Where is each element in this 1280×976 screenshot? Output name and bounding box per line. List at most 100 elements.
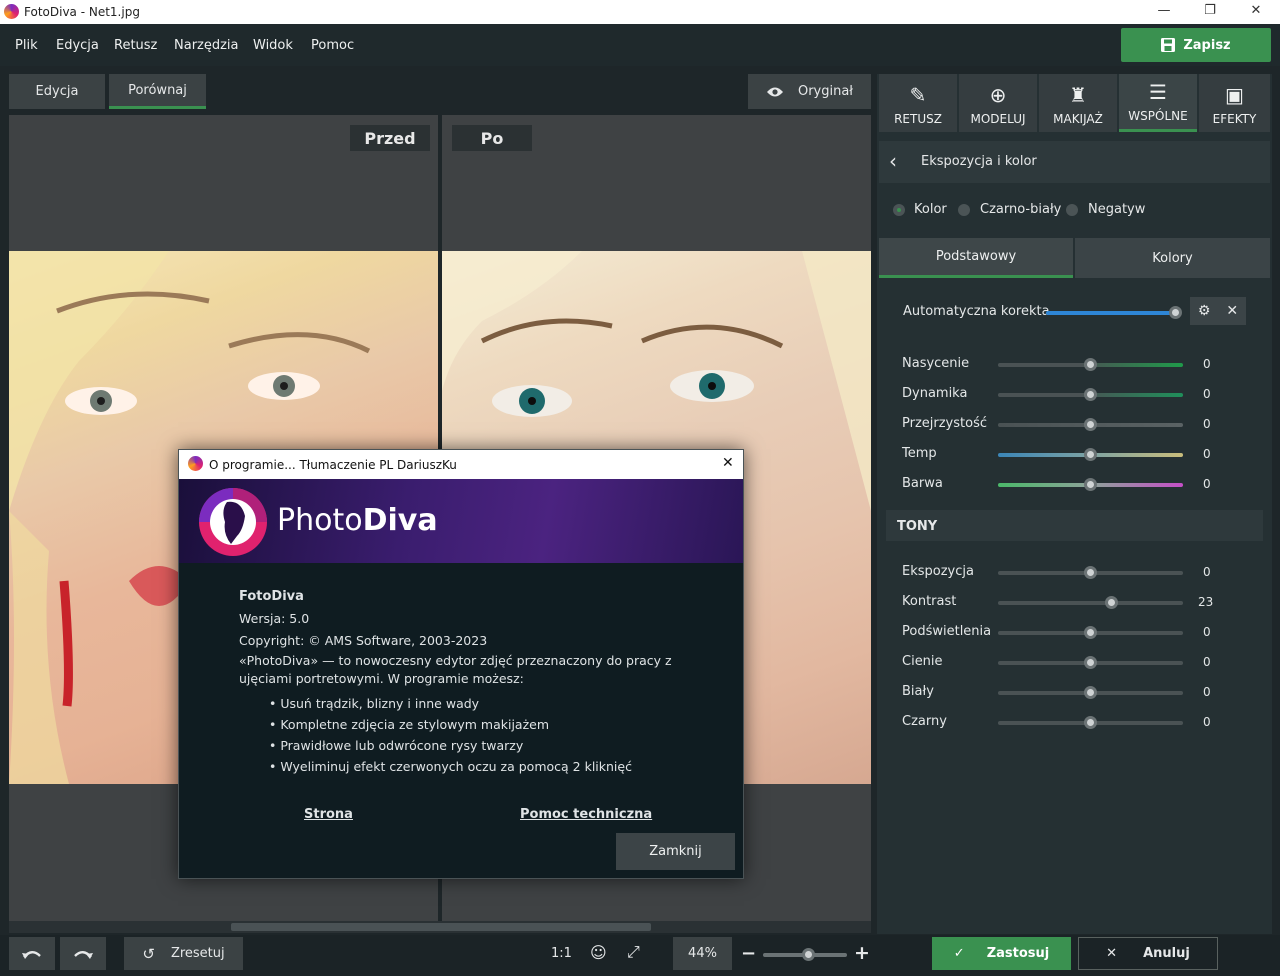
auto-correct-knob[interactable] bbox=[1169, 306, 1182, 319]
radio-color[interactable] bbox=[893, 204, 905, 216]
tab-model-label: MODELUJ bbox=[970, 112, 1026, 126]
zoom-in-icon[interactable]: + bbox=[854, 942, 870, 964]
save-button[interactable]: Zapisz bbox=[1121, 28, 1271, 62]
tab-model[interactable]: ⊕ MODELUJ bbox=[959, 74, 1037, 132]
slider-knob[interactable] bbox=[1083, 418, 1097, 431]
slider-value: 23 bbox=[1198, 595, 1214, 609]
back-chevron-icon[interactable]: ‹ bbox=[889, 149, 897, 173]
radio-negative-label[interactable]: Negatyw bbox=[1088, 202, 1145, 217]
tab-effects[interactable]: ▣ EFEKTY bbox=[1199, 74, 1270, 132]
sliders-icon: ☰ bbox=[1149, 80, 1167, 104]
subtab-colors[interactable]: Kolory bbox=[1075, 238, 1270, 278]
undo-icon bbox=[22, 950, 41, 959]
scrollbar-thumb[interactable] bbox=[231, 923, 651, 931]
dialog-close-icon[interactable]: ✕ bbox=[722, 455, 734, 471]
slider-knob[interactable] bbox=[1083, 478, 1097, 491]
radio-color-label[interactable]: Kolor bbox=[914, 202, 947, 217]
slider-value: 0 bbox=[1203, 685, 1211, 699]
slider-value: 0 bbox=[1203, 715, 1211, 729]
menu-tools[interactable]: Narzędzia bbox=[174, 38, 239, 53]
dialog-copyright: Copyright: © AMS Software, 2003-2023 bbox=[239, 633, 488, 648]
cancel-button[interactable]: ✕ Anuluj bbox=[1078, 937, 1218, 970]
slider-value: 0 bbox=[1203, 625, 1211, 639]
menu-retouch[interactable]: Retusz bbox=[114, 38, 157, 53]
slider-knob[interactable] bbox=[1083, 716, 1097, 729]
auto-correct-controls: ⚙ ✕ bbox=[1190, 297, 1246, 325]
tab-makeup-label: MAKIJAŻ bbox=[1053, 112, 1103, 126]
checkmark-icon: ✓ bbox=[953, 946, 965, 961]
section-header[interactable]: ‹ Ekspozycja i kolor bbox=[879, 141, 1270, 183]
tab-effects-label: EFEKTY bbox=[1212, 112, 1257, 126]
window-close-button[interactable]: ✕ bbox=[1233, 0, 1279, 24]
apply-button[interactable]: ✓ Zastosuj bbox=[932, 937, 1071, 970]
auto-correct-track[interactable] bbox=[1046, 311, 1176, 315]
dialog-description-line2: ujęciami portretowymi. W programie możes… bbox=[239, 671, 524, 686]
original-label: Oryginał bbox=[797, 84, 854, 99]
slider-label: Podświetlenia bbox=[902, 624, 992, 639]
slider-value: 0 bbox=[1203, 387, 1211, 401]
menu-help[interactable]: Pomoc bbox=[311, 38, 354, 53]
tab-retouch-label: RETUSZ bbox=[894, 112, 942, 126]
slider-knob[interactable] bbox=[1083, 626, 1097, 639]
feature-item: • Wyeliminuj efekt czerwonych oczu za po… bbox=[269, 759, 632, 774]
tab-retouch[interactable]: ✎ RETUSZ bbox=[879, 74, 957, 132]
eye-icon bbox=[766, 87, 783, 96]
slider-value: 0 bbox=[1203, 447, 1211, 461]
slider-label: Kontrast bbox=[902, 594, 957, 609]
slider-knob[interactable] bbox=[1083, 686, 1097, 699]
window-titlebar: FotoDiva - Net1.jpg — ❐ ✕ bbox=[0, 0, 1280, 24]
tab-compare[interactable]: Porównaj bbox=[109, 74, 206, 109]
zoom-out-icon[interactable]: − bbox=[741, 943, 756, 964]
original-toggle-button[interactable]: Oryginał bbox=[748, 74, 871, 109]
reset-icon: ↺ bbox=[142, 944, 155, 963]
slider-knob[interactable] bbox=[1083, 566, 1097, 579]
dialog-version: Wersja: 5.0 bbox=[239, 611, 310, 626]
slider-label: Cienie bbox=[902, 654, 943, 669]
subtab-basic[interactable]: Podstawowy bbox=[879, 238, 1073, 278]
reset-label: Zresetuj bbox=[170, 946, 225, 961]
slider-label: Ekspozycja bbox=[902, 564, 974, 579]
slider-track[interactable] bbox=[998, 601, 1183, 605]
radio-negative[interactable] bbox=[1066, 204, 1078, 216]
slider-knob[interactable] bbox=[1083, 656, 1097, 669]
makeup-icon: ♜ bbox=[1069, 83, 1087, 107]
support-link[interactable]: Pomoc techniczna bbox=[520, 807, 652, 822]
menu-file[interactable]: Plik bbox=[15, 38, 38, 53]
menu-edit[interactable]: Edycja bbox=[56, 38, 99, 53]
radio-bw-label[interactable]: Czarno-biały bbox=[980, 202, 1061, 217]
dialog-banner: PhotoDiva bbox=[179, 479, 743, 563]
tones-section-header: TONY bbox=[886, 510, 1263, 541]
before-label: Przed bbox=[350, 125, 430, 151]
close-icon[interactable]: ✕ bbox=[1226, 303, 1238, 319]
face-zoom-icon[interactable]: ☺ bbox=[590, 943, 607, 962]
floppy-disk-icon bbox=[1161, 38, 1176, 52]
minimize-button[interactable]: — bbox=[1141, 0, 1187, 24]
tab-edit[interactable]: Edycja bbox=[9, 74, 105, 109]
slider-knob[interactable] bbox=[1083, 358, 1097, 371]
zoom-one-to-one-button[interactable]: 1:1 bbox=[551, 946, 572, 961]
after-label: Po bbox=[452, 125, 532, 151]
tab-makeup[interactable]: ♜ MAKIJAŻ bbox=[1039, 74, 1117, 132]
zoom-value[interactable]: 44% bbox=[673, 937, 732, 970]
radio-bw[interactable] bbox=[958, 204, 970, 216]
brush-icon: ✎ bbox=[909, 83, 927, 107]
site-link[interactable]: Strona bbox=[304, 807, 353, 822]
photodiva-logo bbox=[199, 488, 267, 556]
gear-icon[interactable]: ⚙ bbox=[1198, 303, 1211, 319]
dialog-close-button[interactable]: Zamknij bbox=[616, 833, 735, 870]
maximize-button[interactable]: ❐ bbox=[1187, 0, 1233, 24]
slider-knob[interactable] bbox=[1104, 596, 1118, 609]
horizontal-scrollbar[interactable] bbox=[9, 921, 871, 933]
brand-name: PhotoDiva bbox=[277, 503, 438, 538]
slider-value: 0 bbox=[1203, 417, 1211, 431]
slider-label: Nasycenie bbox=[902, 356, 970, 371]
menu-view[interactable]: Widok bbox=[253, 38, 293, 53]
slider-knob[interactable] bbox=[1083, 448, 1097, 461]
redo-button[interactable] bbox=[60, 937, 106, 970]
reset-button[interactable]: ↺ Zresetuj bbox=[124, 937, 243, 970]
slider-knob[interactable] bbox=[1083, 388, 1097, 401]
brand-name-photo: Photo bbox=[277, 503, 363, 538]
tab-common[interactable]: ☰ WSPÓLNE bbox=[1119, 74, 1197, 132]
fit-screen-icon[interactable]: ⤢ bbox=[627, 942, 640, 962]
undo-button[interactable] bbox=[9, 937, 55, 970]
